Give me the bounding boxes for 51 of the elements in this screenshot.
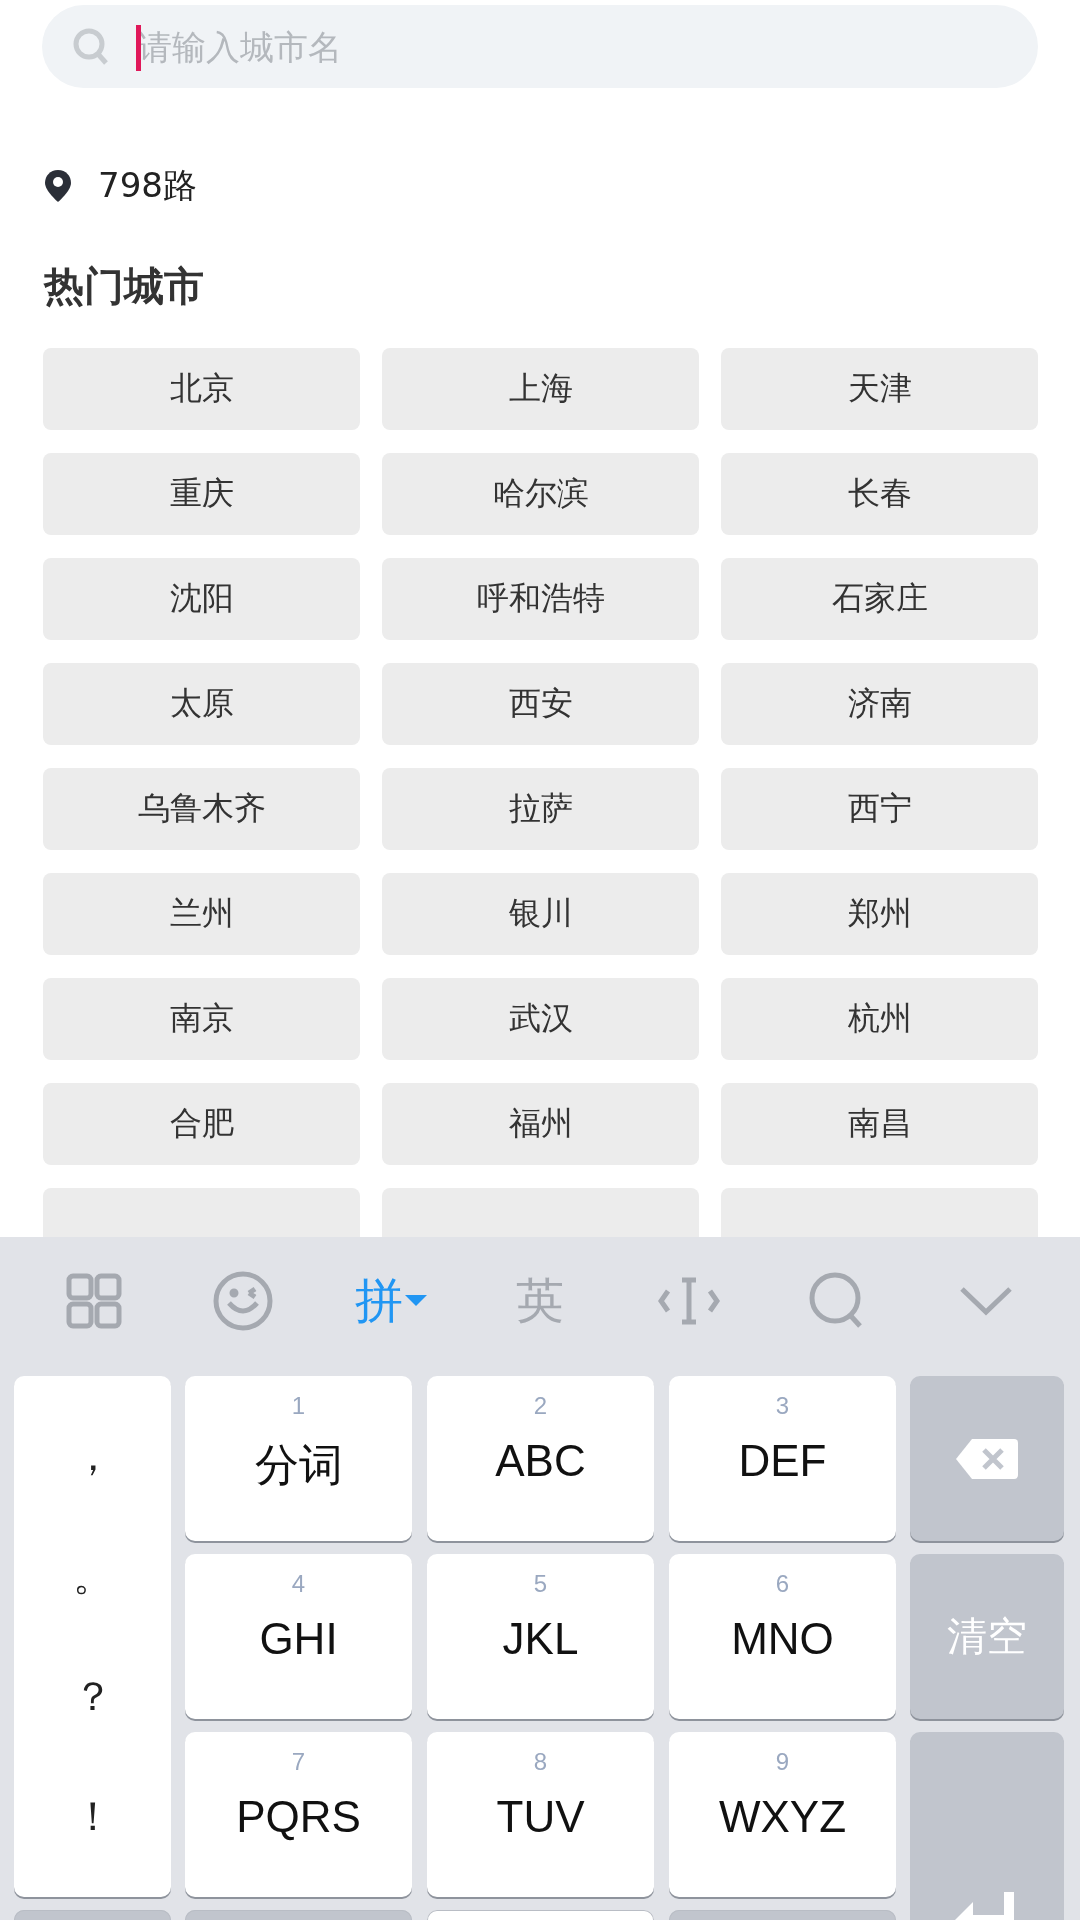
- city-button[interactable]: 哈尔滨: [382, 453, 699, 535]
- city-button[interactable]: 杭州: [721, 978, 1038, 1060]
- city-button[interactable]: 石家庄: [721, 558, 1038, 640]
- punctuation-key[interactable]: ！: [72, 1789, 113, 1845]
- city-button[interactable]: 北京: [43, 348, 360, 430]
- keypad-key[interactable]: 7 PQRS: [185, 1732, 412, 1897]
- city-button[interactable]: 南京: [43, 978, 360, 1060]
- city-button[interactable]: 济南: [721, 663, 1038, 745]
- punctuation-key[interactable]: 。: [72, 1548, 113, 1604]
- city-button[interactable]: 拉萨: [382, 768, 699, 850]
- keypad-key[interactable]: 8 TUV: [427, 1732, 654, 1897]
- city-button[interactable]: 长春: [721, 453, 1038, 535]
- backspace-icon: [954, 1436, 1020, 1481]
- city-button[interactable]: 南昌: [721, 1083, 1038, 1165]
- keypad-key[interactable]: 9 WXYZ: [669, 1732, 896, 1897]
- city-button[interactable]: 兰州: [43, 873, 360, 955]
- keypad-key[interactable]: 2 ABC: [427, 1376, 654, 1541]
- city-button[interactable]: 合肥: [43, 1083, 360, 1165]
- city-button[interactable]: 呼和浩特: [382, 558, 699, 640]
- punctuation-key[interactable]: ，: [72, 1428, 113, 1484]
- location-pin-icon: [44, 169, 72, 203]
- keypad-key[interactable]: 4 GHI: [185, 1554, 412, 1719]
- text-cursor: [136, 25, 141, 71]
- search-field[interactable]: 请输入城市名: [42, 5, 1038, 88]
- city-button[interactable]: 银川: [382, 873, 699, 955]
- keypad-key[interactable]: 1 分词: [185, 1376, 412, 1541]
- cursor-icon[interactable]: [657, 1276, 720, 1326]
- keypad-key[interactable]: 3 DEF: [669, 1376, 896, 1541]
- enter-key[interactable]: [910, 1732, 1064, 1920]
- section-title: 热门城市: [44, 262, 205, 311]
- keypad-key[interactable]: 6 MNO: [669, 1554, 896, 1719]
- city-button[interactable]: 沈阳: [43, 558, 360, 640]
- punctuation-key[interactable]: ？: [72, 1669, 113, 1725]
- city-button[interactable]: 西宁: [721, 768, 1038, 850]
- city-button[interactable]: 武汉: [382, 978, 699, 1060]
- city-button[interactable]: 福州: [382, 1083, 699, 1165]
- city-button[interactable]: 上海: [382, 348, 699, 430]
- city-button[interactable]: 西安: [382, 663, 699, 745]
- city-button[interactable]: 乌鲁木齐: [43, 768, 360, 850]
- city-button[interactable]: 天津: [721, 348, 1038, 430]
- backspace-key[interactable]: [910, 1376, 1064, 1541]
- dropdown-caret-icon: [405, 1295, 428, 1307]
- grid-icon[interactable]: [66, 1273, 123, 1329]
- location-label[interactable]: 798路: [98, 163, 197, 209]
- city-button[interactable]: 郑州: [721, 873, 1038, 955]
- smiley-icon[interactable]: [212, 1271, 273, 1331]
- keypad-key[interactable]: 5 JKL: [427, 1554, 654, 1719]
- search-icon: [72, 27, 110, 67]
- city-button[interactable]: 太原: [43, 663, 360, 745]
- chevron-down-icon[interactable]: [958, 1286, 1013, 1316]
- city-button[interactable]: 重庆: [43, 453, 360, 535]
